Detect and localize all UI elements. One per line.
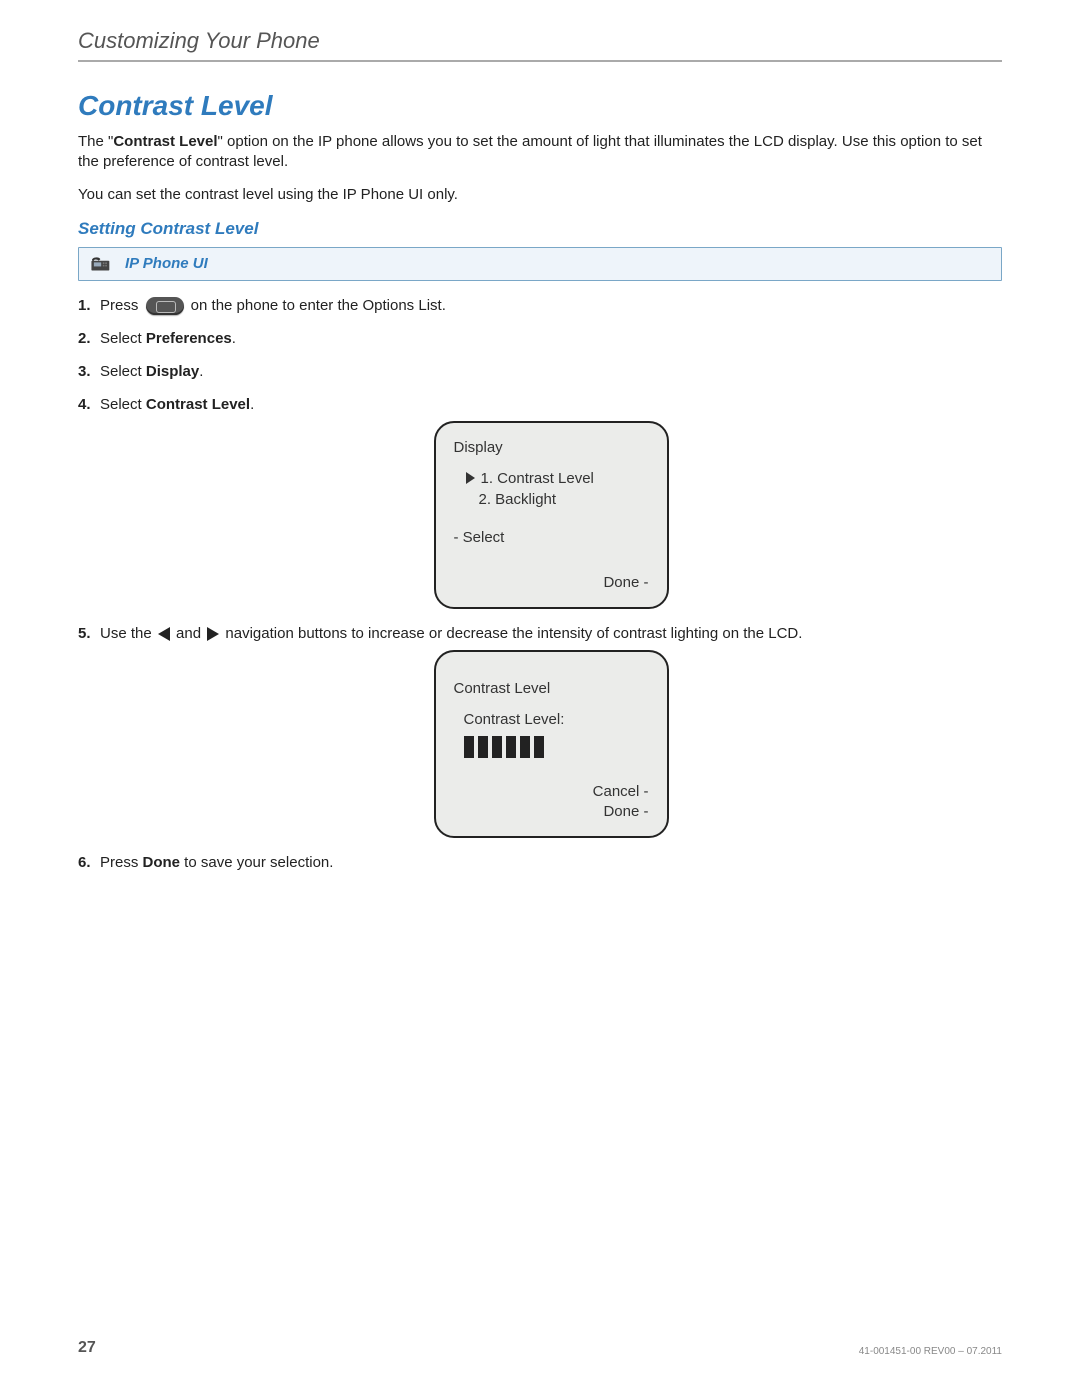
section-heading: Contrast Level — [78, 90, 1002, 122]
lcd-title: Display — [454, 437, 649, 458]
text-run: . — [232, 330, 236, 347]
lcd-menu-item-1: 1. Contrast Level — [466, 468, 649, 489]
contrast-bar-indicator — [464, 736, 649, 758]
lcd-softkey-done: Done - — [603, 801, 648, 822]
text-run: . — [250, 396, 254, 413]
intro-paragraph-1: The "Contrast Level" option on the IP ph… — [78, 132, 1002, 173]
contrast-bar-segment — [534, 736, 544, 758]
text-run: Press — [100, 854, 143, 871]
intro-paragraph-2: You can set the contrast level using the… — [78, 185, 1002, 205]
text-bold: Done — [143, 854, 181, 871]
steps-list: Press on the phone to enter the Options … — [78, 295, 1002, 873]
lcd-softkey-done: Done - — [603, 572, 648, 593]
text-run: on the phone to enter the Options List. — [187, 297, 446, 314]
step-6: Press Done to save your selection. — [78, 852, 1002, 873]
nav-right-icon — [207, 627, 219, 641]
lcd-contrast-screen: Contrast Level Contrast Level: Cancel - … — [434, 650, 669, 838]
cursor-icon — [466, 472, 475, 484]
step-3: Select Display. — [78, 361, 1002, 382]
text-run: Select — [100, 396, 146, 413]
text-run: The " — [78, 133, 113, 150]
step-5: Use the and navigation buttons to increa… — [78, 623, 1002, 838]
lcd-softkey-cancel: Cancel - — [593, 781, 649, 802]
page-footer: 27 41-001451-00 REV00 – 07.2011 — [78, 1339, 1002, 1357]
step-4: Select Contrast Level. Display 1. Contra… — [78, 394, 1002, 609]
divider — [78, 60, 1002, 62]
step-1: Press on the phone to enter the Options … — [78, 295, 1002, 316]
text-bold: Preferences — [146, 330, 232, 347]
lcd-title: Contrast Level — [454, 678, 649, 699]
text-run: navigation buttons to increase or decrea… — [221, 625, 802, 642]
text-run: Select — [100, 330, 146, 347]
lcd-display-screen: Display 1. Contrast Level 2. Backlight -… — [434, 421, 669, 609]
text-run: to save your selection. — [180, 854, 333, 871]
step-2: Select Preferences. — [78, 328, 1002, 349]
chapter-title: Customizing Your Phone — [78, 28, 1002, 54]
text-run: Press — [100, 297, 143, 314]
lcd-softkey-select: - Select — [454, 527, 505, 548]
contrast-bar-segment — [492, 736, 502, 758]
text-run: and — [172, 625, 205, 642]
contrast-bar-segment — [464, 736, 474, 758]
lcd-subtitle: Contrast Level: — [464, 709, 649, 730]
options-key-icon — [146, 297, 184, 315]
page-number: 27 — [78, 1339, 96, 1357]
text-run: Select — [100, 363, 146, 380]
document-id: 41-001451-00 REV00 – 07.2011 — [859, 1346, 1002, 1357]
text-bold: Contrast Level — [113, 133, 217, 150]
contrast-bar-segment — [520, 736, 530, 758]
text-bold: Display — [146, 363, 199, 380]
text-run: . — [199, 363, 203, 380]
lcd-item-label: 2. Backlight — [479, 489, 557, 510]
lcd-item-label: 1. Contrast Level — [481, 468, 594, 489]
contrast-bar-segment — [478, 736, 488, 758]
text-run: Use the — [100, 625, 156, 642]
text-bold: Contrast Level — [146, 396, 250, 413]
ui-banner-label: IP Phone UI — [125, 255, 208, 272]
phone-icon — [89, 254, 115, 274]
nav-left-icon — [158, 627, 170, 641]
ui-banner: IP Phone UI — [78, 247, 1002, 281]
lcd-menu-item-2: 2. Backlight — [479, 489, 649, 510]
subsection-heading: Setting Contrast Level — [78, 219, 1002, 239]
contrast-bar-segment — [506, 736, 516, 758]
